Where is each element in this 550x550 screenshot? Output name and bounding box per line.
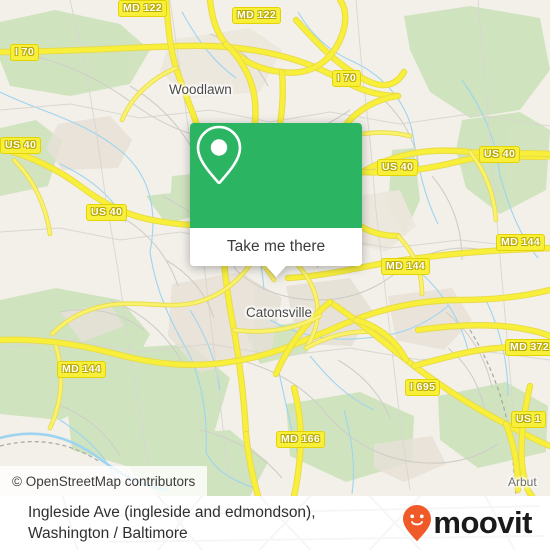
take-me-there-button[interactable]: Take me there bbox=[190, 228, 362, 266]
road-shield: US 40 bbox=[479, 146, 521, 163]
road-shield: US 40 bbox=[0, 137, 42, 154]
place-label: Arbut bbox=[508, 475, 537, 489]
map-canvas[interactable]: .water { fill:none; stroke:#9ed4f0; stro… bbox=[0, 0, 550, 496]
footer-bar: Ingleside Ave (ingleside and edmondson),… bbox=[0, 496, 550, 550]
moovit-station-card: .water { fill:none; stroke:#9ed4f0; stro… bbox=[0, 0, 550, 550]
moovit-smiley-pin-icon bbox=[403, 505, 432, 541]
station-callout-card[interactable]: Take me there bbox=[190, 123, 362, 277]
take-me-there-label: Take me there bbox=[226, 238, 326, 255]
callout-pointer-tail bbox=[265, 265, 287, 277]
road-shield: MD 144 bbox=[496, 234, 546, 251]
road-shield: US 40 bbox=[86, 204, 128, 221]
place-label: Catonsville bbox=[246, 305, 313, 320]
moovit-logo: moovit bbox=[402, 504, 532, 542]
road-shield: US 1 bbox=[511, 411, 546, 428]
road-shield: I 70 bbox=[10, 44, 40, 61]
road-shield: MD 166 bbox=[276, 431, 326, 448]
attribution-text: © OpenStreetMap contributors bbox=[12, 473, 196, 489]
road-shield: MD 122 bbox=[232, 7, 282, 24]
road-shield: MD 122 bbox=[118, 0, 168, 17]
moovit-wordmark: moovit bbox=[433, 505, 532, 540]
callout-pin-area bbox=[190, 123, 362, 228]
station-title: Ingleside Ave (ingleside and edmondson),… bbox=[28, 502, 316, 544]
station-title-line2: Washington / Baltimore bbox=[28, 525, 188, 542]
location-pin-icon bbox=[196, 125, 242, 185]
map-attribution: © OpenStreetMap contributors bbox=[0, 466, 208, 496]
place-label: Woodlawn bbox=[169, 82, 232, 97]
road-shield: MD 144 bbox=[381, 258, 431, 275]
road-shield: I 695 bbox=[405, 379, 441, 396]
road-shield: US 40 bbox=[377, 159, 419, 176]
road-shield: I 70 bbox=[332, 70, 362, 87]
road-shield: MD 372 bbox=[505, 339, 550, 356]
station-title-line1: Ingleside Ave (ingleside and edmondson), bbox=[28, 504, 316, 521]
road-shield: MD 144 bbox=[57, 361, 107, 378]
